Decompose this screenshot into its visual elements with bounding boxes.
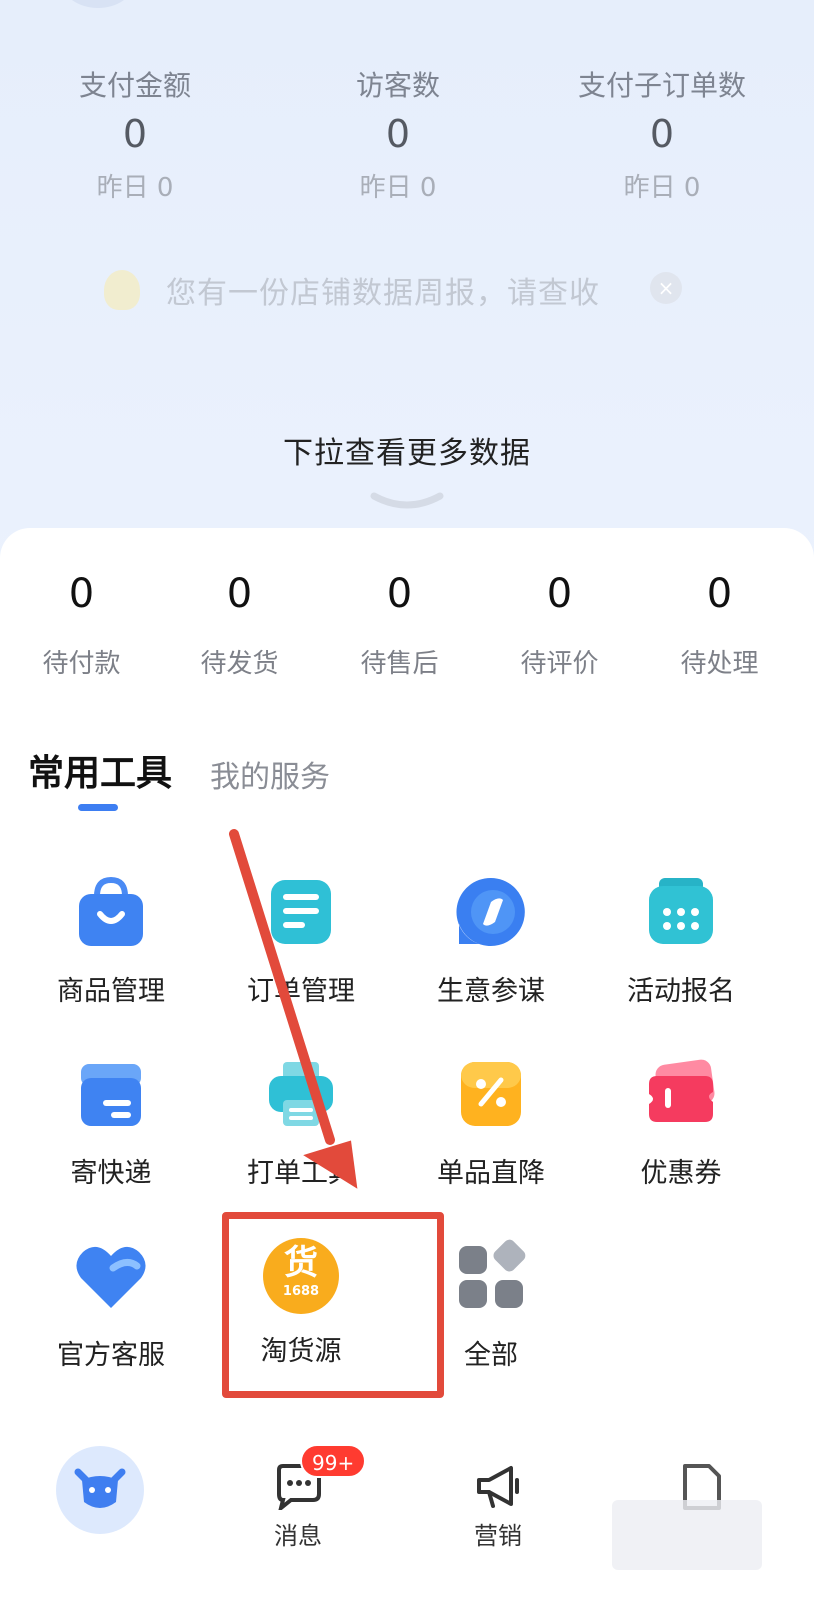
tool-print-label[interactable]: 打单工具: [206, 1056, 396, 1194]
order-count: 0: [386, 571, 413, 617]
order-count: 0: [706, 571, 733, 617]
heart-icon: [76, 1246, 146, 1308]
stat-label: 支付金额: [78, 69, 191, 102]
compass-icon: [456, 877, 525, 946]
parcel-box-icon: [81, 1064, 141, 1126]
tool-label: 官方客服: [57, 1340, 165, 1371]
data-stats-panel: 支付金额 0 昨日 0 访客数 0 昨日 0 支付子订单数 0 昨日 0: [0, 66, 814, 226]
order-pending-review[interactable]: 0 待评价: [478, 568, 641, 684]
order-label: 待评价: [520, 649, 599, 679]
order-pending-handle[interactable]: 0 待处理: [638, 568, 801, 684]
top-avatar: [62, 0, 134, 8]
tool-label: 订单管理: [247, 976, 355, 1007]
tool-price-cut[interactable]: 单品直降: [396, 1056, 586, 1194]
order-pending-aftersale[interactable]: 0 待售后: [318, 568, 481, 684]
stat-label: 访客数: [355, 69, 440, 102]
nav-marketing[interactable]: 营销: [438, 1464, 558, 1551]
order-count: 0: [546, 571, 573, 617]
tool-label: 寄快递: [70, 1158, 152, 1189]
order-count: 0: [68, 571, 95, 617]
stat-label: 支付子订单数: [577, 69, 746, 102]
lightbulb-icon: [104, 270, 140, 310]
order-label: 待付款: [42, 649, 121, 679]
stat-payment-amount[interactable]: 支付金额 0 昨日 0: [0, 66, 270, 208]
tool-coupon[interactable]: 优惠券: [586, 1056, 776, 1194]
order-pending-shipment[interactable]: 0 待发货: [158, 568, 321, 684]
tool-label: 商品管理: [57, 976, 165, 1007]
calendar-icon: [649, 878, 713, 944]
tool-product-management[interactable]: 商品管理: [16, 874, 206, 1012]
tool-business-advisor[interactable]: 生意参谋: [396, 874, 586, 1012]
stat-yesterday: 昨日 0: [623, 173, 701, 203]
megaphone-icon: [477, 1466, 519, 1508]
shopping-bag-icon: [79, 876, 143, 946]
pull-down-hint: 下拉查看更多数据: [283, 436, 531, 471]
tool-order-management[interactable]: 订单管理: [206, 874, 396, 1012]
order-label: 待发货: [200, 649, 279, 679]
blurred-watermark: [612, 1500, 762, 1570]
order-label: 待售后: [360, 649, 439, 679]
notice-text: 您有一份店铺数据周报，请查收: [166, 276, 600, 311]
tool-label: 优惠券: [640, 1158, 722, 1189]
tool-customer-service[interactable]: 官方客服: [16, 1238, 206, 1376]
stat-sub-orders[interactable]: 支付子订单数 0 昨日 0: [527, 66, 797, 208]
order-pending-payment[interactable]: 0 待付款: [0, 568, 163, 684]
stat-visitors[interactable]: 访客数 0 昨日 0: [263, 66, 533, 208]
stat-yesterday: 昨日 0: [359, 173, 437, 203]
tab-common-tools[interactable]: 常用工具: [28, 750, 172, 798]
chevron-down-icon: [370, 492, 444, 509]
tab-indicator: [78, 804, 118, 811]
tab-my-services[interactable]: 我的服务: [210, 754, 330, 802]
stat-value: 0: [385, 112, 411, 156]
tool-label: 单品直降: [437, 1158, 545, 1189]
nav-label: 营销: [474, 1522, 522, 1550]
bottom-navigation: 消息 99+ 营销: [0, 1420, 814, 1600]
stat-value: 0: [649, 112, 675, 156]
order-list-icon: [271, 880, 331, 944]
stat-value: 0: [122, 112, 148, 156]
bull-head-icon: [74, 1468, 126, 1508]
tool-label: 生意参谋: [437, 976, 545, 1007]
close-icon[interactable]: ×: [650, 272, 682, 304]
annotation-highlight-box: [222, 1212, 444, 1398]
tool-label: 打单工具: [247, 1158, 355, 1189]
tool-send-express[interactable]: 寄快递: [16, 1056, 206, 1194]
nav-label: 消息: [274, 1522, 322, 1550]
unread-badge: 99+: [300, 1444, 367, 1478]
nav-home[interactable]: [56, 1446, 144, 1534]
main-card: 0 待付款 0 待发货 0 待售后 0 待评价 0 待处理 常用工具 我的服务 …: [0, 528, 814, 1600]
order-count: 0: [226, 571, 253, 617]
order-label: 待处理: [680, 649, 759, 679]
discount-tag-icon: [461, 1062, 521, 1126]
tool-label: 活动报名: [627, 976, 735, 1007]
stat-yesterday: 昨日 0: [96, 173, 174, 203]
weekly-report-notice[interactable]: 您有一份店铺数据周报，请查收 ×: [98, 262, 698, 318]
grid-icon: [459, 1239, 526, 1308]
tool-activity-signup[interactable]: 活动报名: [586, 874, 776, 1012]
printer-icon: [269, 1062, 333, 1126]
coupon-icon: [649, 1059, 715, 1122]
